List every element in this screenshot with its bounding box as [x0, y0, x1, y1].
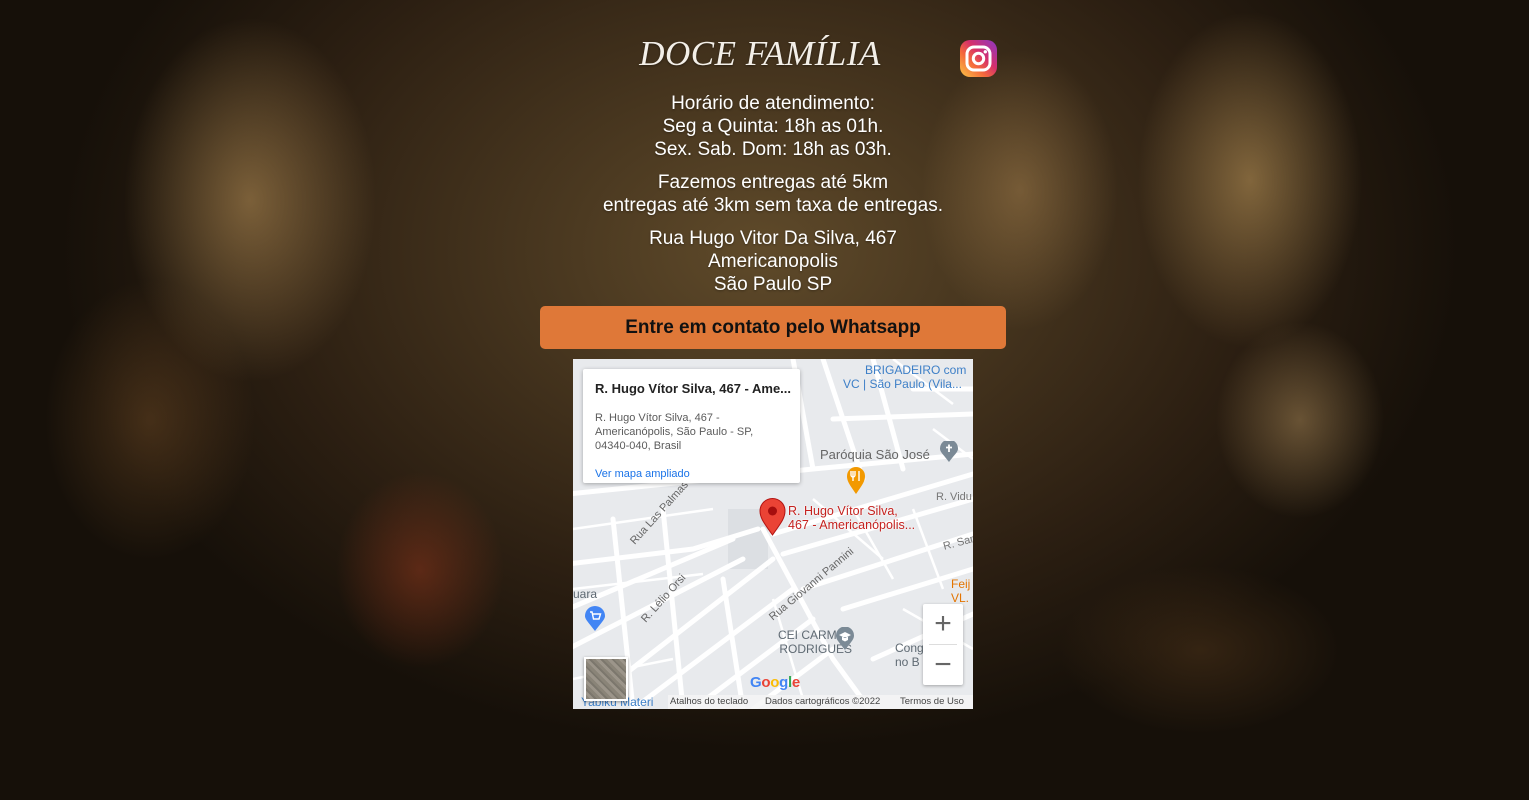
keyboard-shortcuts-link[interactable]: Atalhos do teclado — [670, 696, 748, 707]
location-marker-icon[interactable] — [759, 498, 786, 536]
view-larger-map-link[interactable]: Ver mapa ampliado — [595, 468, 690, 480]
whatsapp-button[interactable]: Entre em contato pelo Whatsapp — [540, 306, 1006, 349]
map-attribution: Atalhos do teclado Dados cartográficos ©… — [668, 695, 973, 709]
map-data-link[interactable]: Dados cartográficos ©2022 — [765, 696, 880, 707]
map-zoom-controls: + − — [923, 604, 963, 685]
delivery-info: Fazemos entregas até 5km entregas até 3k… — [540, 171, 1006, 217]
satellite-toggle[interactable] — [584, 657, 628, 701]
google-logo: Google — [750, 674, 800, 691]
label-uara: uara — [573, 587, 598, 601]
instagram-icon[interactable] — [960, 40, 997, 77]
landing-page: DOCE FAMÍLIA Horário de atendimento: Seg… — [0, 0, 1529, 800]
church-pin-icon[interactable] — [939, 441, 959, 463]
address-block: Rua Hugo Vitor Da Silva, 467 Americanopo… — [540, 227, 1006, 296]
delivery-line-2: entregas até 3km sem taxa de entregas. — [602, 195, 944, 216]
zoom-out-button[interactable]: − — [923, 645, 963, 685]
map-info-card: R. Hugo Vítor Silva, 467 - Ame... R. Hug… — [583, 369, 800, 483]
restaurant-pin-icon[interactable] — [846, 467, 866, 495]
label-paroquia: Paróquia São José — [820, 447, 930, 462]
label-cong: Cong no B — [895, 641, 924, 669]
hours-title: Horário de atendimento: — [671, 93, 875, 114]
google-map-embed[interactable]: BRIGADEIRO com VC | São Paulo (Vila... P… — [573, 359, 973, 709]
map-card-title: R. Hugo Vítor Silva, 467 - Ame... — [595, 381, 792, 396]
delivery-line-1: Fazemos entregas até 5km — [657, 172, 889, 193]
shopping-pin-icon[interactable] — [584, 606, 606, 632]
label-brigadeiro: BRIGADEIRO com VC | São Paulo (Vila... — [843, 363, 967, 391]
hours-weekdays: Seg a Quinta: 18h as 01h. — [662, 116, 884, 137]
address-street: Rua Hugo Vitor Da Silva, 467 — [649, 228, 897, 249]
brand-title: DOCE FAMÍLIA — [639, 34, 881, 73]
hours-weekend: Sex. Sab. Dom: 18h as 03h. — [654, 139, 892, 160]
label-feij: Feij VL. — [951, 577, 971, 605]
opening-hours: Horário de atendimento: Seg a Quinta: 18… — [540, 92, 1006, 161]
terms-of-use-link[interactable]: Termos de Uso — [900, 696, 964, 707]
label-r-vidu: R. Vidu — [936, 491, 972, 503]
address-city: São Paulo SP — [713, 274, 833, 295]
school-pin-icon[interactable] — [835, 627, 855, 651]
marker-label: R. Hugo Vítor Silva, 467 - Americanópoli… — [788, 504, 916, 532]
zoom-in-button[interactable]: + — [923, 604, 963, 644]
address-district: Americanopolis — [708, 251, 838, 272]
map-card-address: R. Hugo Vítor Silva, 467 - Americanópoli… — [595, 412, 754, 452]
